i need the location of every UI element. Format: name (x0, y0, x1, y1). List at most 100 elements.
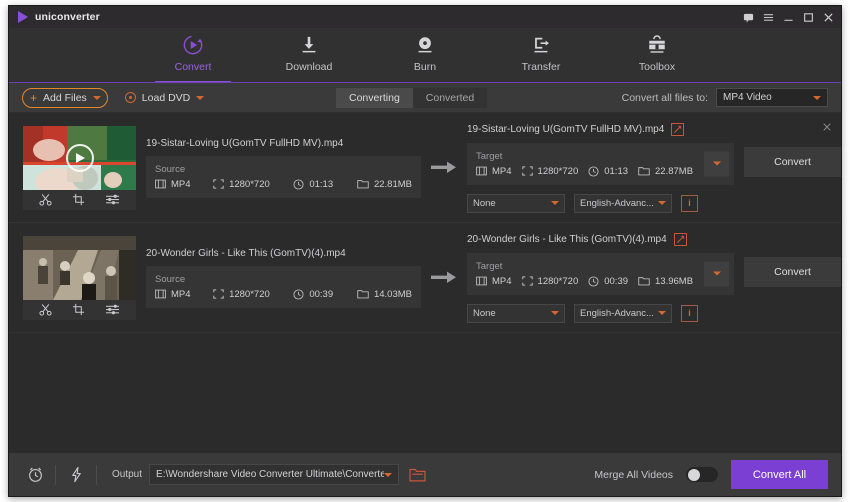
folder-icon (357, 179, 369, 189)
trim-scissors-icon[interactable] (39, 193, 52, 206)
add-files-button[interactable]: + Add Files (22, 88, 108, 108)
disc-icon (125, 92, 136, 103)
source-format-value: MP4 (171, 289, 191, 300)
toggle-knob (688, 469, 700, 481)
conversion-arrow (421, 271, 467, 284)
menu-icon[interactable] (763, 12, 774, 23)
output-path-value: E:\Wondershare Video Converter Ultimate\… (156, 469, 384, 480)
convert-all-to-label: Convert all files to: (622, 92, 708, 104)
chevron-down-icon (713, 162, 721, 166)
chevron-down-icon (551, 201, 559, 205)
info-icon[interactable]: i (681, 195, 698, 212)
source-duration: 00:39 (293, 289, 347, 300)
resolution-icon (522, 166, 533, 176)
source-duration-value: 01:13 (309, 179, 333, 190)
convert-button[interactable]: Convert (744, 257, 841, 287)
app-title: uniconverter (35, 11, 100, 23)
convert-icon (181, 32, 205, 57)
target-column: 20-Wonder Girls - Like This (GomTV)(4).m… (467, 233, 841, 323)
audio-track-select[interactable]: English-Advanc... (574, 194, 672, 213)
effects-sliders-icon[interactable] (105, 193, 120, 206)
convert-button[interactable]: Convert (744, 147, 841, 177)
target-meta-box: Target MP4 1280*720 (467, 143, 734, 185)
chevron-down-icon (551, 311, 559, 315)
effects-sliders-icon[interactable] (105, 303, 120, 316)
target-format-value: MP4 (492, 276, 512, 287)
folder-icon (638, 276, 650, 286)
output-path-field[interactable]: E:\Wondershare Video Converter Ultimate\… (149, 464, 399, 485)
subtitle-select[interactable]: None (467, 194, 565, 213)
edit-pencil-icon[interactable] (671, 123, 684, 136)
target-format-dropdown[interactable] (704, 261, 729, 286)
chevron-down-icon[interactable] (196, 96, 204, 100)
target-meta-box: Target MP4 1280*720 (467, 253, 734, 295)
target-column: 19-Sistar-Loving U(GomTV FullHD MV).mp4 … (467, 123, 841, 213)
nav-item-convert[interactable]: Convert (155, 32, 231, 79)
audio-track-select[interactable]: English-Advanc... (574, 304, 672, 323)
target-format-dropdown[interactable] (704, 151, 729, 176)
video-thumbnail[interactable] (23, 126, 136, 190)
plus-icon: + (30, 92, 37, 104)
source-format: MP4 (155, 289, 203, 300)
info-icon[interactable]: i (681, 305, 698, 322)
chevron-down-icon (658, 311, 666, 315)
target-format-value: MP4 (492, 166, 512, 177)
resolution-icon (522, 276, 533, 286)
crop-icon[interactable] (72, 303, 85, 316)
chevron-down-icon (658, 201, 666, 205)
nav-label-convert: Convert (175, 61, 212, 73)
window-controls (743, 6, 834, 28)
burn-icon (413, 32, 437, 57)
load-dvd-button[interactable]: Load DVD (125, 92, 204, 104)
close-icon[interactable] (823, 12, 834, 23)
minimize-icon[interactable] (783, 12, 794, 23)
crop-icon[interactable] (72, 193, 85, 206)
open-folder-icon[interactable] (409, 468, 426, 482)
target-resolution: 1280*720 (522, 276, 579, 287)
nav-label-toolbox: Toolbox (639, 61, 675, 73)
audio-track-value: English-Advanc... (580, 198, 654, 209)
maximize-icon[interactable] (803, 12, 814, 23)
nav-item-toolbox[interactable]: Toolbox (619, 32, 695, 79)
thumbnail-block (23, 126, 136, 210)
video-format-icon (155, 289, 166, 299)
audio-track-value: English-Advanc... (580, 308, 654, 319)
nav-item-download[interactable]: Download (271, 32, 347, 79)
play-button-overlay[interactable] (66, 144, 94, 172)
video-format-icon (476, 166, 487, 176)
convert-all-button[interactable]: Convert All (731, 460, 828, 489)
subtitle-select[interactable]: None (467, 304, 565, 323)
nav-item-transfer[interactable]: Transfer (503, 32, 579, 79)
video-thumbnail[interactable] (23, 236, 136, 300)
target-file-name-row: 19-Sistar-Loving U(GomTV FullHD MV).mp4 (467, 123, 734, 136)
play-triangle-icon (18, 11, 28, 23)
table-row: 20-Wonder Girls - Like This (GomTV)(4).m… (9, 223, 841, 333)
chevron-down-icon[interactable] (93, 96, 101, 100)
nav-item-burn[interactable]: Burn (387, 32, 463, 79)
file-list: 19-Sistar-Loving U(GomTV FullHD MV).mp4 … (9, 113, 841, 452)
convert-all-to-value: MP4 Video (723, 92, 772, 103)
thumbnail-tools (23, 190, 136, 210)
target-size: 13.96MB (638, 276, 693, 287)
edit-pencil-icon[interactable] (674, 233, 687, 246)
source-resolution: 1280*720 (213, 289, 283, 300)
source-resolution-value: 1280*720 (229, 289, 270, 300)
tab-converted[interactable]: Converted (413, 88, 487, 108)
trim-scissors-icon[interactable] (39, 303, 52, 316)
merge-all-videos-toggle[interactable] (686, 467, 718, 482)
close-panel-icon[interactable] (822, 122, 832, 135)
source-meta-box: Source MP4 1280*720 00:39 (146, 266, 421, 308)
alarm-clock-icon[interactable] (22, 466, 48, 483)
target-size-value: 13.96MB (655, 276, 693, 287)
tab-converting[interactable]: Converting (336, 88, 413, 108)
toolbox-icon (645, 32, 669, 57)
lightning-bolt-icon[interactable] (63, 466, 89, 483)
nav-label-download: Download (286, 61, 333, 73)
convert-all-to-select[interactable]: MP4 Video (716, 88, 828, 107)
source-caption: Source (155, 164, 412, 175)
feedback-bubble-icon[interactable] (743, 12, 754, 23)
resolution-icon (213, 179, 224, 189)
convert-all-to-group: Convert all files to: MP4 Video (622, 88, 828, 107)
app-logo: uniconverter (9, 11, 100, 23)
target-resolution: 1280*720 (522, 166, 579, 177)
